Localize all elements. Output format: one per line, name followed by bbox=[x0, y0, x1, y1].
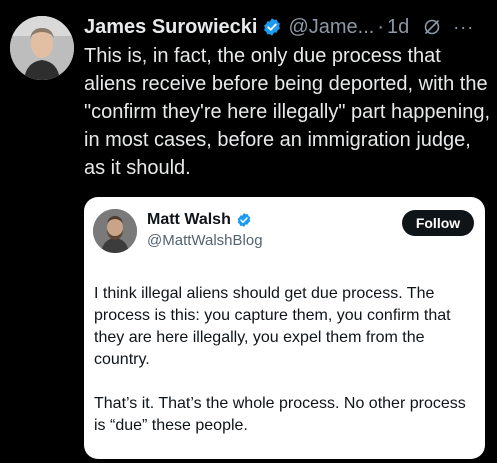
grok-slash-icon[interactable] bbox=[423, 18, 441, 36]
timestamp[interactable]: 1d bbox=[387, 16, 409, 39]
author-handle[interactable]: @Jame... bbox=[288, 16, 374, 39]
author-name[interactable]: James Surowiecki bbox=[84, 16, 257, 39]
quoted-tweet-text: I think illegal aliens should get due pr… bbox=[94, 283, 476, 437]
quoted-author-handle[interactable]: @MattWalshBlog bbox=[147, 232, 263, 249]
quoted-name-row: Matt Walsh bbox=[147, 211, 252, 229]
author-avatar[interactable] bbox=[10, 16, 74, 80]
quoted-tweet-card[interactable]: Matt Walsh @MattWalshBlog Follow I think… bbox=[84, 197, 485, 459]
author-avatar-image bbox=[10, 16, 74, 80]
verified-badge-icon bbox=[236, 212, 252, 228]
quoted-avatar-image bbox=[93, 209, 137, 253]
tweet-text: This is, in fact, the only due process t… bbox=[84, 45, 491, 179]
verified-badge-icon bbox=[262, 17, 282, 37]
quoted-author-avatar[interactable] bbox=[93, 209, 137, 253]
quoted-paragraph-1: I think illegal aliens should get due pr… bbox=[94, 285, 451, 368]
tweet-header: James Surowiecki @Jame... · 1d ··· bbox=[84, 12, 491, 42]
quoted-author-name[interactable]: Matt Walsh bbox=[147, 211, 231, 229]
follow-button[interactable]: Follow bbox=[402, 210, 474, 236]
quoted-paragraph-2: That’s it. That’s the whole process. No … bbox=[94, 395, 466, 434]
separator-dot: · bbox=[377, 15, 384, 38]
more-dots-icon[interactable]: ··· bbox=[453, 17, 474, 38]
